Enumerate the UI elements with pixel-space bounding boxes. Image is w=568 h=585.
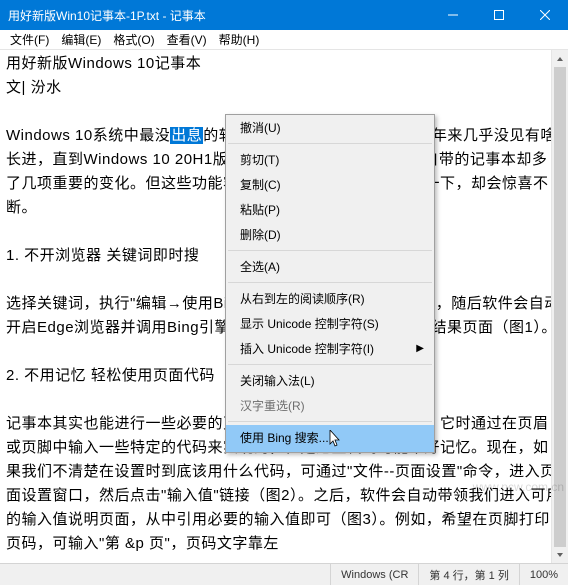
- status-position: 第 4 行，第 1 列: [418, 564, 518, 585]
- ctx-show-unicode[interactable]: 显示 Unicode 控制字符(S): [226, 311, 434, 336]
- ctx-undo[interactable]: 撤消(U): [226, 115, 434, 140]
- menu-file[interactable]: 文件(F): [4, 29, 55, 50]
- scroll-track[interactable]: [552, 67, 568, 546]
- separator: [228, 250, 432, 251]
- titlebar: 用好新版Win10记事本-1P.txt - 记事本: [0, 0, 568, 30]
- scroll-down-button[interactable]: [552, 546, 568, 563]
- selected-text: 出息: [170, 127, 203, 144]
- status-encoding: Windows (CR: [330, 564, 418, 585]
- close-button[interactable]: [522, 0, 568, 30]
- menubar: 文件(F) 编辑(E) 格式(O) 查看(V) 帮助(H): [0, 30, 568, 50]
- status-zoom: 100%: [519, 564, 568, 585]
- menu-help[interactable]: 帮助(H): [213, 29, 266, 50]
- menu-edit[interactable]: 编辑(E): [55, 29, 107, 50]
- ctx-label: 插入 Unicode 控制字符(I): [240, 340, 374, 357]
- ctx-rtl[interactable]: 从右到左的阅读顺序(R): [226, 286, 434, 311]
- text: Windows 10系统中最没: [6, 127, 170, 144]
- window-buttons: [430, 0, 568, 30]
- maximize-button[interactable]: [476, 0, 522, 30]
- window-title: 用好新版Win10记事本-1P.txt - 记事本: [8, 7, 430, 24]
- ctx-insert-unicode[interactable]: 插入 Unicode 控制字符(I) ▶: [226, 336, 434, 361]
- menu-view[interactable]: 查看(V): [161, 29, 213, 50]
- separator: [228, 282, 432, 283]
- submenu-arrow-icon: ▶: [416, 343, 424, 354]
- ctx-close-ime[interactable]: 关闭输入法(L): [226, 368, 434, 393]
- ctx-paste[interactable]: 粘贴(P): [226, 197, 434, 222]
- ctx-label: 使用 Bing 搜索...: [240, 431, 329, 445]
- vertical-scrollbar[interactable]: [551, 50, 568, 563]
- doc-heading: 用好新版Windows 10记事本: [6, 52, 562, 76]
- context-menu: 撤消(U) 剪切(T) 复制(C) 粘贴(P) 删除(D) 全选(A) 从右到左…: [225, 114, 435, 453]
- ctx-copy[interactable]: 复制(C): [226, 172, 434, 197]
- separator: [228, 364, 432, 365]
- ctx-bing-search[interactable]: 使用 Bing 搜索...: [226, 425, 434, 452]
- ctx-selectall[interactable]: 全选(A): [226, 254, 434, 279]
- statusbar: Windows (CR 第 4 行，第 1 列 100%: [0, 563, 568, 585]
- doc-byline: 文| 汾水: [6, 76, 562, 100]
- ctx-reconvert: 汉字重选(R): [226, 393, 434, 418]
- scroll-up-button[interactable]: [552, 50, 568, 67]
- separator: [228, 421, 432, 422]
- scroll-thumb[interactable]: [554, 67, 566, 547]
- menu-format[interactable]: 格式(O): [107, 29, 160, 50]
- ctx-delete[interactable]: 删除(D): [226, 222, 434, 247]
- minimize-button[interactable]: [430, 0, 476, 30]
- ctx-cut[interactable]: 剪切(T): [226, 147, 434, 172]
- separator: [228, 143, 432, 144]
- cursor-icon: [329, 430, 343, 448]
